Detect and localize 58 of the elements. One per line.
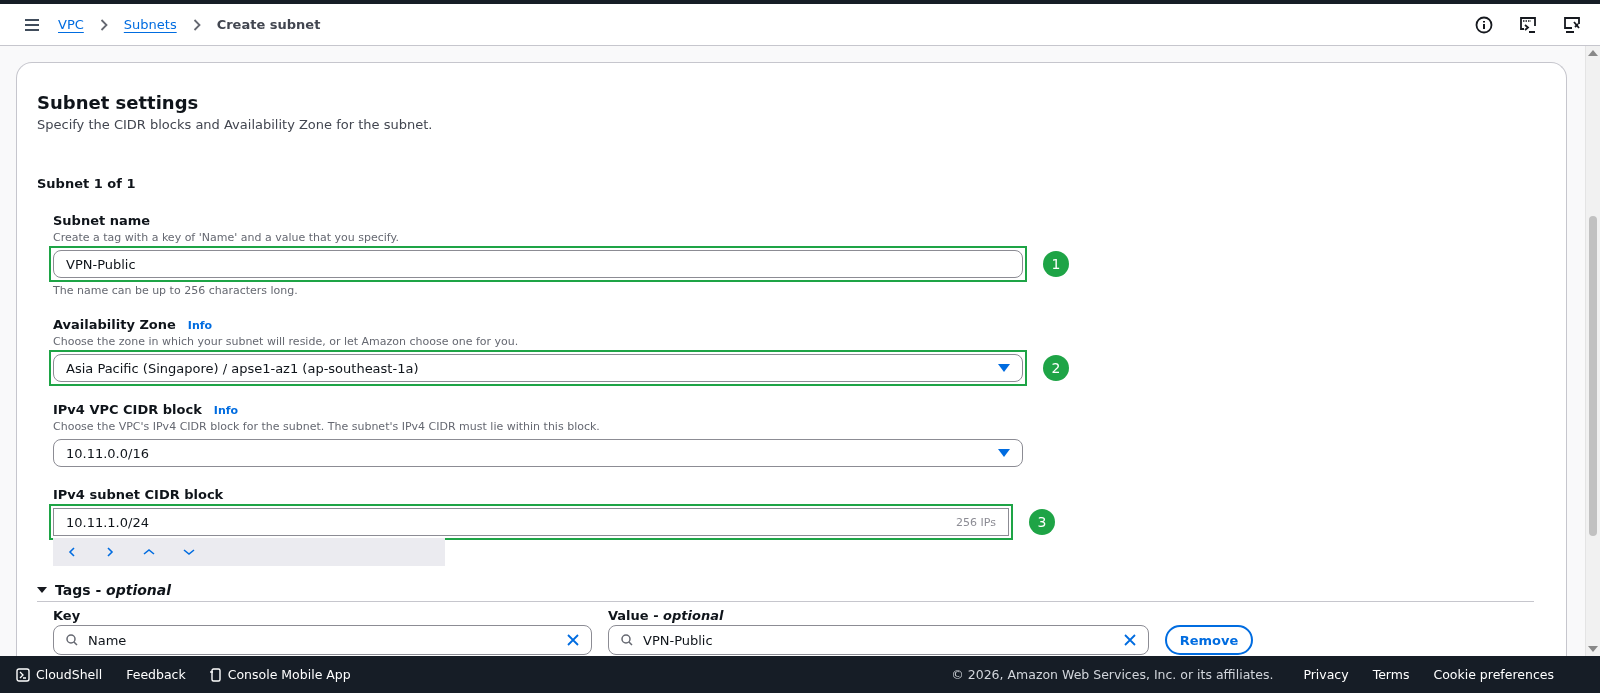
field-label: Availability Zone <box>53 317 176 332</box>
footer-link[interactable]: Terms <box>1372 667 1410 682</box>
footer-link[interactable]: Privacy <box>1303 667 1349 682</box>
caret-down-icon <box>998 449 1010 457</box>
dropdown[interactable]: 10.11.0.0/16 <box>53 439 1023 467</box>
menu-icon[interactable] <box>24 17 40 32</box>
info-link[interactable]: Info <box>213 404 239 417</box>
caret-down-icon[interactable] <box>37 585 47 595</box>
column-label: Value - optional <box>608 608 725 623</box>
remove-button[interactable]: Remove <box>1165 625 1253 655</box>
subnet-name-field[interactable]: VPN-Public <box>53 250 1023 278</box>
scrollbar[interactable] <box>1585 46 1600 656</box>
field-description: Choose the zone in which your subnet will reside, or let Amazon choose one for you. <box>53 335 520 348</box>
clear-icon[interactable] <box>1124 634 1136 646</box>
terminal-icon[interactable] <box>1519 15 1537 34</box>
dropdown[interactable]: Asia Pacific (Singapore) / apse1-az1 (ap-southeast-1a) <box>53 354 1023 382</box>
info-icon[interactable] <box>1475 15 1493 34</box>
field-hint: The name can be up to 256 characters long. <box>53 284 299 297</box>
field-label: IPv4 subnet CIDR block <box>53 487 224 502</box>
chevron-down-icon[interactable] <box>183 547 195 557</box>
chevron-right-icon <box>99 18 108 31</box>
column-label: Key <box>53 608 82 623</box>
chevron-right-icon[interactable] <box>105 547 115 557</box>
field-label: Subnet name <box>53 213 151 228</box>
copyright-text: © 2026, Amazon Web Services, Inc. or its affiliates. <box>951 667 1274 682</box>
tags-heading[interactable]: Tags - optional <box>55 582 172 598</box>
breadcrumb-current: Create subnet <box>216 17 321 32</box>
field-description: Choose the VPC's IPv4 CIDR block for the subnet. The subnet's IPv4 CIDR must lie within this block. <box>53 420 601 433</box>
chevron-up-icon[interactable] <box>143 547 155 557</box>
breadcrumb-link[interactable]: VPC <box>58 17 84 32</box>
cloudshell-link[interactable]: CloudShell <box>16 667 103 682</box>
tag-key-field[interactable]: Name <box>53 625 592 655</box>
mobile-app-link[interactable]: Console Mobile App <box>209 667 351 682</box>
info-link[interactable]: Info <box>187 319 213 332</box>
monitor-tools-icon[interactable] <box>1563 15 1581 34</box>
scroll-up-icon[interactable] <box>1588 50 1598 56</box>
section-title: Subnet settings <box>37 91 200 115</box>
cidr-field[interactable]: 10.11.1.0/24 256 IPs <box>53 508 1009 536</box>
step-number-badge: 1 <box>1043 251 1069 277</box>
scroll-down-icon[interactable] <box>1588 646 1598 652</box>
subnet-heading: Subnet 1 of 1 <box>37 176 137 191</box>
chevron-right-icon <box>192 18 201 31</box>
phone-icon <box>209 667 222 682</box>
chevron-left-icon[interactable] <box>67 547 77 557</box>
field-description: Create a tag with a key of 'Name' and a value that you specify. <box>53 231 400 244</box>
field-label: IPv4 VPC CIDR block <box>53 402 202 417</box>
section-description: Specify the CIDR blocks and Availability Zone for the subnet. <box>37 117 434 132</box>
caret-down-icon <box>998 364 1010 372</box>
feedback-link[interactable]: Feedback <box>126 667 186 682</box>
clear-icon[interactable] <box>567 634 579 646</box>
step-number-badge: 2 <box>1043 355 1069 381</box>
search-icon <box>66 634 78 646</box>
step-number-badge: 3 <box>1029 509 1055 535</box>
tag-value-field[interactable]: VPN-Public <box>608 625 1149 655</box>
breadcrumb-link[interactable]: Subnets <box>123 17 177 32</box>
terminal-icon <box>16 667 30 682</box>
footer-link[interactable]: Cookie preferences <box>1433 667 1554 682</box>
search-icon <box>621 634 633 646</box>
